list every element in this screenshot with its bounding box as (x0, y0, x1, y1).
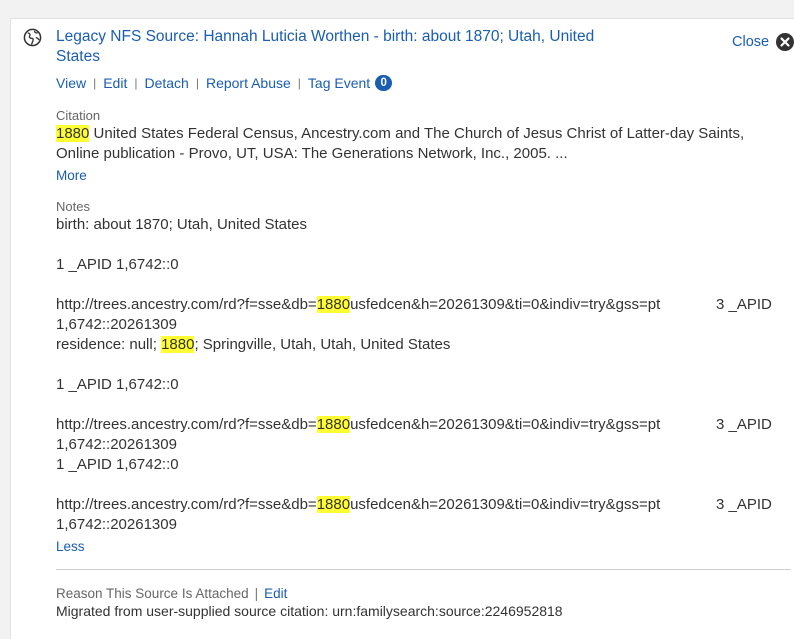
tag-count-badge: 0 (375, 75, 393, 91)
separator: | (254, 586, 259, 601)
notes-residence: residence: null; 1880; Springville, Utah… (56, 335, 450, 355)
notes-url: http://trees.ancestry.com/rd?f=sse&db=18… (56, 495, 660, 515)
reason-edit-link[interactable]: Edit (264, 586, 287, 601)
search-highlight: 1880 (161, 336, 195, 353)
separator: | (93, 76, 97, 90)
detach-link[interactable]: Detach (144, 75, 188, 91)
reason-header: Reason This Source Is Attached | Edit (56, 586, 287, 601)
search-highlight: 1880 (56, 125, 90, 142)
notes-apid: 1 _APID 1,6742::0 (56, 256, 179, 273)
notes-apid-cont: 1,6742::20261309 (56, 316, 177, 333)
tag-event-link[interactable]: Tag Event (308, 75, 370, 91)
url-prefix: http://trees.ancestry.com/rd?f=sse&db= (56, 496, 317, 513)
notes-apid-cont: 1,6742::20261309 (56, 436, 177, 453)
residence-suffix: ; Springville, Utah, Utah, United States (194, 336, 451, 353)
close-icon (776, 33, 794, 51)
reason-text: Migrated from user-supplied source citat… (56, 603, 563, 619)
notes-apid-right: 3 _APID (716, 416, 772, 433)
search-highlight: 1880 (316, 416, 351, 433)
notes-url: http://trees.ancestry.com/rd?f=sse&db=18… (56, 415, 660, 435)
notes-apid-right: 3 _APID (716, 496, 772, 513)
more-link[interactable]: More (56, 168, 87, 183)
notes-label: Notes (56, 199, 90, 214)
reason-label: Reason This Source Is Attached (56, 586, 249, 601)
url-prefix: http://trees.ancestry.com/rd?f=sse&db= (56, 416, 317, 433)
citation-line-2: Online publication - Provo, UT, USA: The… (56, 145, 568, 162)
search-highlight: 1880 (316, 296, 351, 313)
globe-icon (23, 28, 42, 47)
url-prefix: http://trees.ancestry.com/rd?f=sse&db= (56, 296, 317, 313)
url-suffix: usfedcen&h=20261309&ti=0&indiv=try&gss=p… (350, 296, 661, 313)
residence-prefix: residence: null; (56, 336, 162, 353)
notes-apid: 1 _APID 1,6742::0 (56, 456, 179, 473)
notes-birth: birth: about 1870; Utah, United States (56, 216, 307, 233)
separator: | (195, 76, 199, 90)
search-highlight: 1880 (316, 496, 351, 513)
citation-line-1: 1880 United States Federal Census, Ances… (56, 124, 744, 144)
notes-apid-cont: 1,6742::20261309 (56, 516, 177, 533)
url-suffix: usfedcen&h=20261309&ti=0&indiv=try&gss=p… (350, 416, 661, 433)
source-card: Legacy NFS Source: Hannah Luticia Worthe… (10, 18, 794, 639)
url-suffix: usfedcen&h=20261309&ti=0&indiv=try&gss=p… (350, 496, 661, 513)
view-link[interactable]: View (56, 75, 86, 91)
divider (56, 569, 791, 570)
citation-text: United States Federal Census, Ancestry.c… (89, 125, 745, 142)
report-abuse-link[interactable]: Report Abuse (206, 75, 291, 91)
source-title[interactable]: Legacy NFS Source: Hannah Luticia Worthe… (56, 27, 616, 67)
less-link[interactable]: Less (56, 539, 85, 554)
close-button[interactable]: Close (732, 33, 794, 51)
separator: | (134, 76, 138, 90)
edit-link[interactable]: Edit (103, 75, 127, 91)
citation-label: Citation (56, 108, 101, 123)
separator: | (297, 76, 301, 90)
notes-url: http://trees.ancestry.com/rd?f=sse&db=18… (56, 295, 660, 315)
close-label: Close (732, 34, 770, 50)
notes-apid: 1 _APID 1,6742::0 (56, 376, 179, 393)
notes-apid-right: 3 _APID (716, 296, 772, 313)
source-actions: View | Edit | Detach | Report Abuse | Ta… (56, 75, 393, 91)
